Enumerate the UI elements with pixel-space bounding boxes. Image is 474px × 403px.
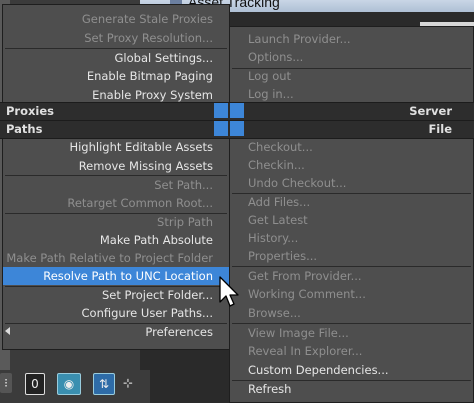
render-icon[interactable]: ◉ [57,373,81,395]
parameter-icon[interactable]: ⁝ [0,373,12,393]
menu-item-remove-missing-assets[interactable]: Remove Missing Assets [3,157,229,175]
menu-item-launch-provider[interactable]: Launch Provider... [230,30,473,48]
menu-item-make-path-relative[interactable]: Make Path Relative to Project Folder [3,249,229,267]
menu-item-browse[interactable]: Browse... [230,304,473,322]
menu-item-refresh[interactable]: Refresh [230,380,473,398]
link-tool-icon[interactable]: ⇅ [93,373,115,395]
menu-item-get-from-provider[interactable]: Get From Provider... [230,267,473,285]
mouse-pointer-icon [219,276,239,307]
section-marker [230,121,244,136]
menu-item-properties[interactable]: Properties... [230,247,473,265]
menu-item-resolve-path-to-unc[interactable]: Resolve Path to UNC Location [3,267,229,285]
menu-item-get-latest[interactable]: Get Latest [230,211,473,229]
paths-menu: Generate Stale Proxies Set Proxy Resolut… [2,4,230,350]
section-label-proxies: Proxies [6,104,55,118]
menu-item-log-in[interactable]: Log in... [230,85,473,103]
section-marker [230,103,244,118]
menu-item-strip-path[interactable]: Strip Path [3,213,229,231]
menu-item-reveal-in-explorer[interactable]: Reveal In Explorer... [230,342,473,360]
menu-item-preferences[interactable]: Preferences [3,323,229,341]
menu-item-global-settings[interactable]: Global Settings... [3,49,229,67]
section-marker [214,103,228,118]
hierarchy-icon[interactable]: ⊹ [119,373,137,393]
provider-menu: Launch Provider... Options... Log out Lo… [229,26,474,403]
menu-item-history[interactable]: History... [230,229,473,247]
menu-item-custom-dependencies[interactable]: Custom Dependencies... [230,361,473,379]
section-label-file: File [428,122,452,136]
menu-item-make-path-absolute[interactable]: Make Path Absolute [3,231,229,249]
menu-item-highlight-editable-assets[interactable]: Highlight Editable Assets [3,138,229,156]
menu-item-log-out[interactable]: Log out [230,67,473,85]
menu-item-set-path[interactable]: Set Path... [3,176,229,194]
left-arrow-icon [5,327,10,335]
menu-item-working-comment[interactable]: Working Comment... [230,285,473,303]
section-label-paths: Paths [6,122,43,136]
menu-item-add-files[interactable]: Add Files... [230,193,473,211]
menu-item-view-image-file[interactable]: View Image File... [230,324,473,342]
menu-item-checkin[interactable]: Checkin... [230,156,473,174]
menu-item-undo-checkout[interactable]: Undo Checkout... [230,174,473,192]
counter-field[interactable]: 0 [25,373,45,395]
menu-item-checkout[interactable]: Checkout... [230,138,473,156]
menu-item-set-project-folder[interactable]: Set Project Folder... [3,286,229,304]
menu-item-retarget-common-root[interactable]: Retarget Common Root... [3,194,229,212]
menu-item-options[interactable]: Options... [230,48,473,66]
menu-item-configure-user-paths[interactable]: Configure User Paths... [3,304,229,322]
menu-item-set-proxy-resolution[interactable]: Set Proxy Resolution... [3,29,229,47]
section-label-server: Server [409,104,452,118]
menu-item-generate-stale-proxies[interactable]: Generate Stale Proxies [3,10,229,28]
section-marker [214,121,228,136]
menu-item-enable-bitmap-paging[interactable]: Enable Bitmap Paging [3,67,229,85]
